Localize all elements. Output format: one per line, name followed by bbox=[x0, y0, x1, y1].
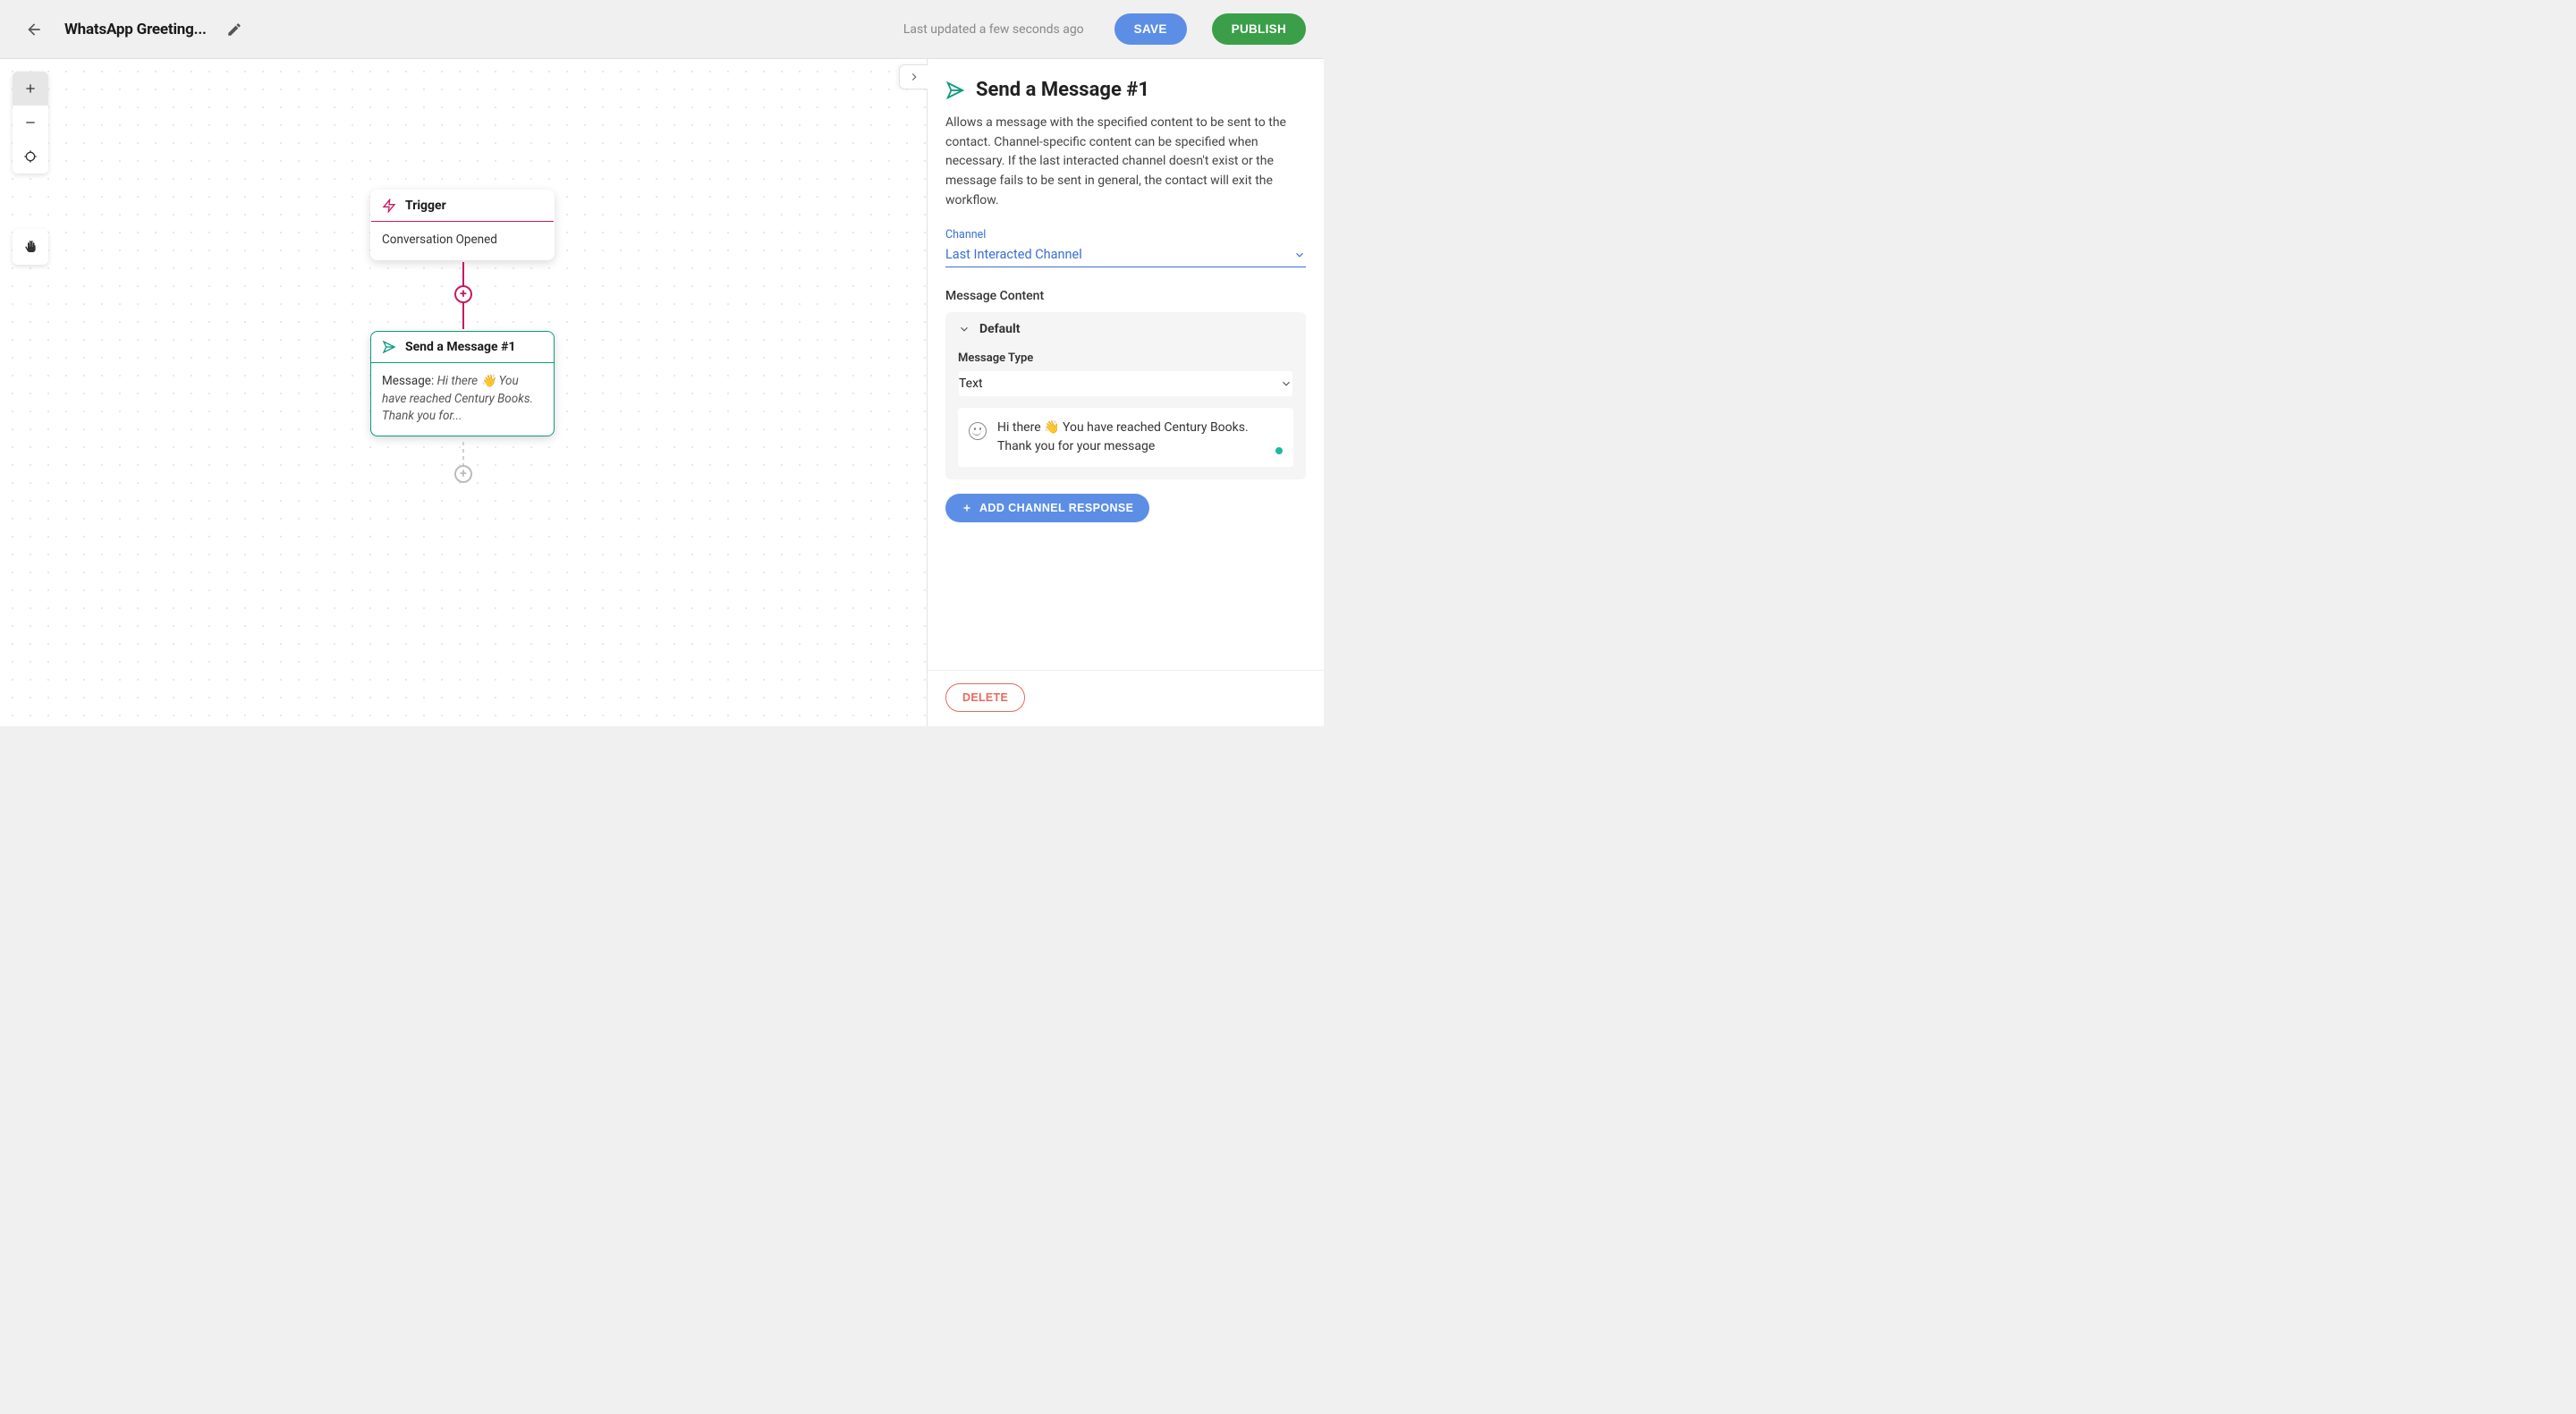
message-type-select[interactable]: Text bbox=[958, 370, 1293, 397]
send-icon bbox=[382, 340, 396, 354]
last-updated: Last updated a few seconds ago bbox=[903, 22, 1084, 37]
channel-value: Last Interacted Channel bbox=[945, 247, 1082, 262]
emoji-picker-button[interactable] bbox=[969, 422, 987, 440]
node-action[interactable]: Send a Message #1 Message: Hi there 👋 Yo… bbox=[370, 331, 555, 436]
panel-description: Allows a message with the specified cont… bbox=[945, 114, 1306, 210]
zoom-in-button[interactable] bbox=[13, 72, 48, 106]
details-panel: Send a Message #1 Allows a message with … bbox=[927, 59, 1324, 726]
workflow-canvas[interactable]: Trigger Conversation Opened + Send a Mes… bbox=[0, 59, 927, 726]
back-icon[interactable] bbox=[25, 21, 43, 38]
node-trigger-body: Conversation Opened bbox=[371, 222, 554, 259]
trigger-icon bbox=[382, 199, 396, 213]
variable-insert-icon[interactable] bbox=[1275, 447, 1283, 454]
channel-label: Channel bbox=[945, 228, 1306, 241]
card-default-label: Default bbox=[979, 322, 1020, 336]
message-type-label: Message Type bbox=[958, 351, 1293, 365]
pan-button[interactable] bbox=[13, 229, 48, 265]
node-trigger-title: Trigger bbox=[405, 199, 446, 213]
plus-icon bbox=[962, 503, 972, 513]
add-channel-response-button[interactable]: ADD CHANNEL RESPONSE bbox=[945, 494, 1149, 522]
workflow-title: WhatsApp Greeting... bbox=[64, 21, 207, 38]
node-action-msg-prefix: Message: bbox=[382, 374, 437, 388]
publish-button[interactable]: PUBLISH bbox=[1212, 13, 1306, 45]
zoom-fit-button[interactable] bbox=[13, 140, 48, 174]
delete-button[interactable]: DELETE bbox=[945, 683, 1025, 712]
message-text: Hi there 👋 You have reached Century Book… bbox=[997, 419, 1265, 456]
edit-title-icon[interactable] bbox=[226, 21, 242, 38]
chevron-down-icon bbox=[1293, 249, 1306, 261]
node-trigger[interactable]: Trigger Conversation Opened bbox=[370, 190, 555, 260]
connector-2 bbox=[462, 442, 464, 466]
add-step-button[interactable]: + bbox=[454, 285, 472, 303]
collapse-panel-button[interactable] bbox=[899, 64, 928, 89]
card-default-header[interactable]: Default bbox=[945, 312, 1306, 346]
save-button[interactable]: SAVE bbox=[1114, 13, 1187, 45]
channel-select[interactable]: Last Interacted Channel bbox=[945, 245, 1306, 267]
zoom-controls bbox=[13, 72, 48, 174]
content-card-default: Default Message Type Text Hi there 👋 You… bbox=[945, 312, 1306, 479]
add-channel-response-label: ADD CHANNEL RESPONSE bbox=[979, 502, 1133, 514]
message-text-input[interactable]: Hi there 👋 You have reached Century Book… bbox=[958, 408, 1293, 467]
message-content-label: Message Content bbox=[945, 289, 1306, 303]
top-bar: WhatsApp Greeting... Last updated a few … bbox=[0, 0, 1324, 59]
panel-title: Send a Message #1 bbox=[976, 79, 1149, 101]
add-step-button-2[interactable]: + bbox=[454, 465, 472, 483]
send-icon bbox=[945, 80, 965, 100]
zoom-out-button[interactable] bbox=[13, 106, 48, 140]
message-type-value: Text bbox=[959, 377, 983, 391]
chevron-down-icon bbox=[1280, 377, 1292, 390]
node-action-title: Send a Message #1 bbox=[405, 340, 515, 354]
chevron-down-icon bbox=[958, 323, 970, 335]
